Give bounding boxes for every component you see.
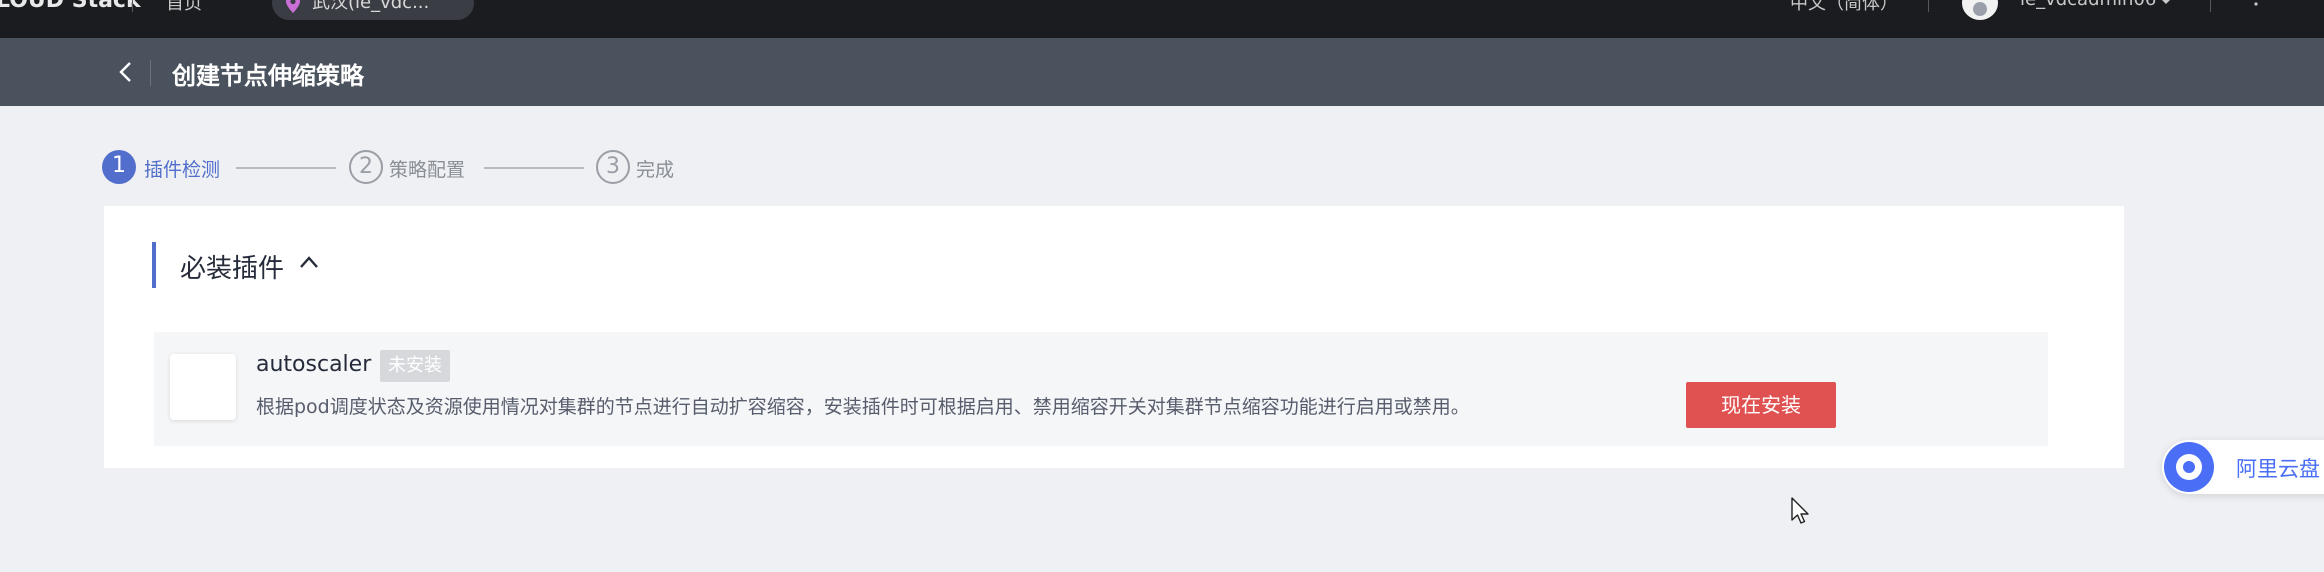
region-label: 武汉(ie_vdc... xyxy=(312,0,430,13)
step-label: 策略配置 xyxy=(389,159,466,181)
user-menu-caret-icon[interactable] xyxy=(2160,0,2172,6)
region-selector[interactable]: 武汉(ie_vdc... xyxy=(272,0,474,20)
avatar[interactable] xyxy=(1962,0,1998,20)
step-number: 2 xyxy=(349,150,383,184)
required-plugins-card: 必装插件 autoscaler 未安装 根据pod调度状态及资源使用情况对集群的… xyxy=(104,206,2124,468)
step-label: 插件检测 xyxy=(144,159,221,181)
page-header: 创建节点伸缩策略 xyxy=(0,38,2324,106)
chevron-up-icon[interactable] xyxy=(298,254,320,270)
section-accent-bar xyxy=(152,242,156,288)
section-title: 必装插件 xyxy=(180,254,285,284)
step-number: 3 xyxy=(596,150,630,184)
cloud-drive-logo-icon xyxy=(2164,442,2214,492)
install-now-button[interactable]: 现在安装 xyxy=(1686,382,1836,428)
status-badge: 未安装 xyxy=(380,350,450,382)
divider xyxy=(150,60,151,86)
plugin-description: 根据pod调度状态及资源使用情况对集群的节点进行自动扩容缩容，安装插件时可根据启… xyxy=(256,396,1470,418)
page-title: 创建节点伸缩策略 xyxy=(172,62,364,90)
brand-logo: LOUD Stack xyxy=(0,0,141,13)
widget-label: 阿里云盘 xyxy=(2236,457,2320,481)
plugin-logo xyxy=(170,354,236,420)
divider xyxy=(132,0,133,12)
language-switcher[interactable]: 中文（简体） xyxy=(1790,0,1898,15)
plugin-row-autoscaler: autoscaler 未安装 根据pod调度状态及资源使用情况对集群的节点进行自… xyxy=(154,332,2048,446)
step-connector xyxy=(484,167,584,169)
location-pin-icon xyxy=(286,0,300,13)
top-nav-bar: LOUD Stack 首页 武汉(ie_vdc... 中文（简体） ie_vdc… xyxy=(0,0,2324,38)
step-connector xyxy=(236,167,336,169)
step-label: 完成 xyxy=(636,159,675,181)
step-number: 1 xyxy=(102,150,136,184)
username-menu[interactable]: ie_vdcadmin06 xyxy=(2020,0,2156,10)
more-vertical-icon[interactable] xyxy=(2252,0,2260,8)
floating-cloud-drive-widget[interactable]: 阿里云盘 xyxy=(2162,440,2324,494)
home-link[interactable]: 首页 xyxy=(166,0,202,15)
chevron-left-icon[interactable] xyxy=(116,60,136,84)
divider xyxy=(1928,0,1929,12)
divider xyxy=(2210,0,2211,12)
mouse-cursor-icon xyxy=(1791,497,1809,524)
plugin-name: autoscaler xyxy=(256,352,372,377)
